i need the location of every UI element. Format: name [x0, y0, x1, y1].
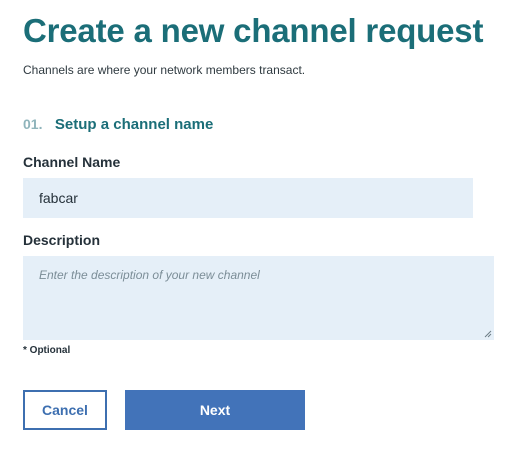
- page-subtitle: Channels are where your network members …: [23, 63, 306, 77]
- channel-name-input[interactable]: [23, 178, 473, 218]
- next-button[interactable]: Next: [125, 390, 305, 430]
- resize-handle-icon[interactable]: [484, 330, 492, 338]
- page-title: Create a new channel request: [23, 12, 484, 49]
- step-title: Setup a channel name: [54, 116, 214, 133]
- create-channel-page: Create a new channel request Channels ar…: [0, 0, 520, 453]
- channel-name-label: Channel Name: [23, 154, 121, 170]
- step-number: 01.: [23, 116, 43, 132]
- description-label: Description: [23, 232, 101, 248]
- cancel-button[interactable]: Cancel: [23, 390, 107, 430]
- optional-note: * Optional: [23, 345, 71, 356]
- step-heading: 01. Setup a channel name: [23, 116, 213, 134]
- description-textarea[interactable]: [23, 256, 494, 340]
